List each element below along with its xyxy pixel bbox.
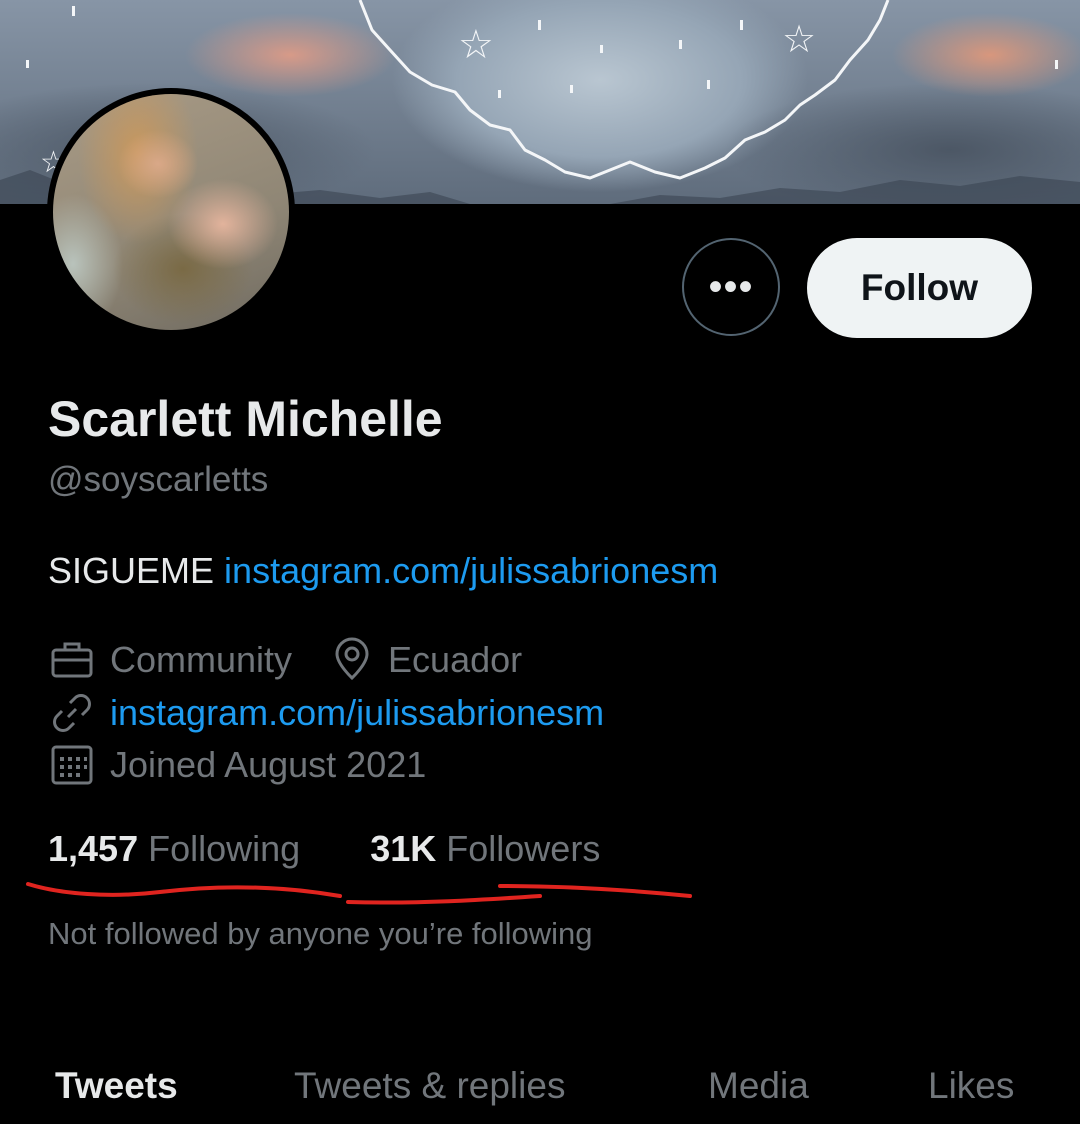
more-options-icon: ••• <box>708 264 754 309</box>
display-name: Scarlett Michelle <box>48 391 443 447</box>
svg-text:☆: ☆ <box>458 22 494 68</box>
profile-tabs: Tweets Tweets & replies Media Likes <box>0 1060 1080 1124</box>
following-stat[interactable]: 1,457 Following <box>48 828 310 869</box>
bio-text: SIGUEME <box>48 550 215 591</box>
username-handle: @soyscarletts <box>48 460 269 499</box>
calendar-icon <box>51 745 93 785</box>
svg-text:☆: ☆ <box>782 17 816 61</box>
profile-meta-row-1: Community Ecuador <box>48 636 522 684</box>
joined-date: Joined August 2021 <box>110 744 427 785</box>
tab-media[interactable]: Media <box>708 1065 809 1107</box>
profile-meta-row-2: instagram.com/julissabrionesm <box>48 689 604 737</box>
tab-tweets-and-replies[interactable]: Tweets & replies <box>294 1065 565 1107</box>
bio-link[interactable]: instagram.com/julissabrionesm <box>224 550 718 591</box>
category-label: Community <box>110 639 293 680</box>
link-icon <box>53 694 91 732</box>
following-label: Following <box>148 828 301 869</box>
briefcase-icon <box>51 642 93 678</box>
follow-button[interactable]: Follow <box>807 238 1032 338</box>
avatar-photo <box>53 94 289 330</box>
followed-by-note: Not followed by anyone you’re following <box>48 916 593 951</box>
following-count: 1,457 <box>48 828 139 869</box>
more-options-button[interactable]: ••• <box>682 238 780 336</box>
red-underline-annotation <box>26 882 692 905</box>
tab-likes[interactable]: Likes <box>928 1065 1014 1107</box>
location-pin-icon <box>335 637 369 681</box>
followers-stat[interactable]: 31K Followers <box>370 828 600 869</box>
follow-stats: 1,457 Following 31K Followers <box>48 828 600 870</box>
location-label: Ecuador <box>388 639 523 680</box>
website-link[interactable]: instagram.com/julissabrionesm <box>110 692 604 734</box>
tab-tweets[interactable]: Tweets <box>55 1065 178 1107</box>
profile-bio: SIGUEME instagram.com/julissabrionesm <box>48 550 718 592</box>
followers-count: 31K <box>370 828 437 869</box>
followers-label: Followers <box>446 828 601 869</box>
profile-meta-row-3: Joined August 2021 <box>48 741 426 789</box>
profile-avatar[interactable] <box>47 88 295 336</box>
